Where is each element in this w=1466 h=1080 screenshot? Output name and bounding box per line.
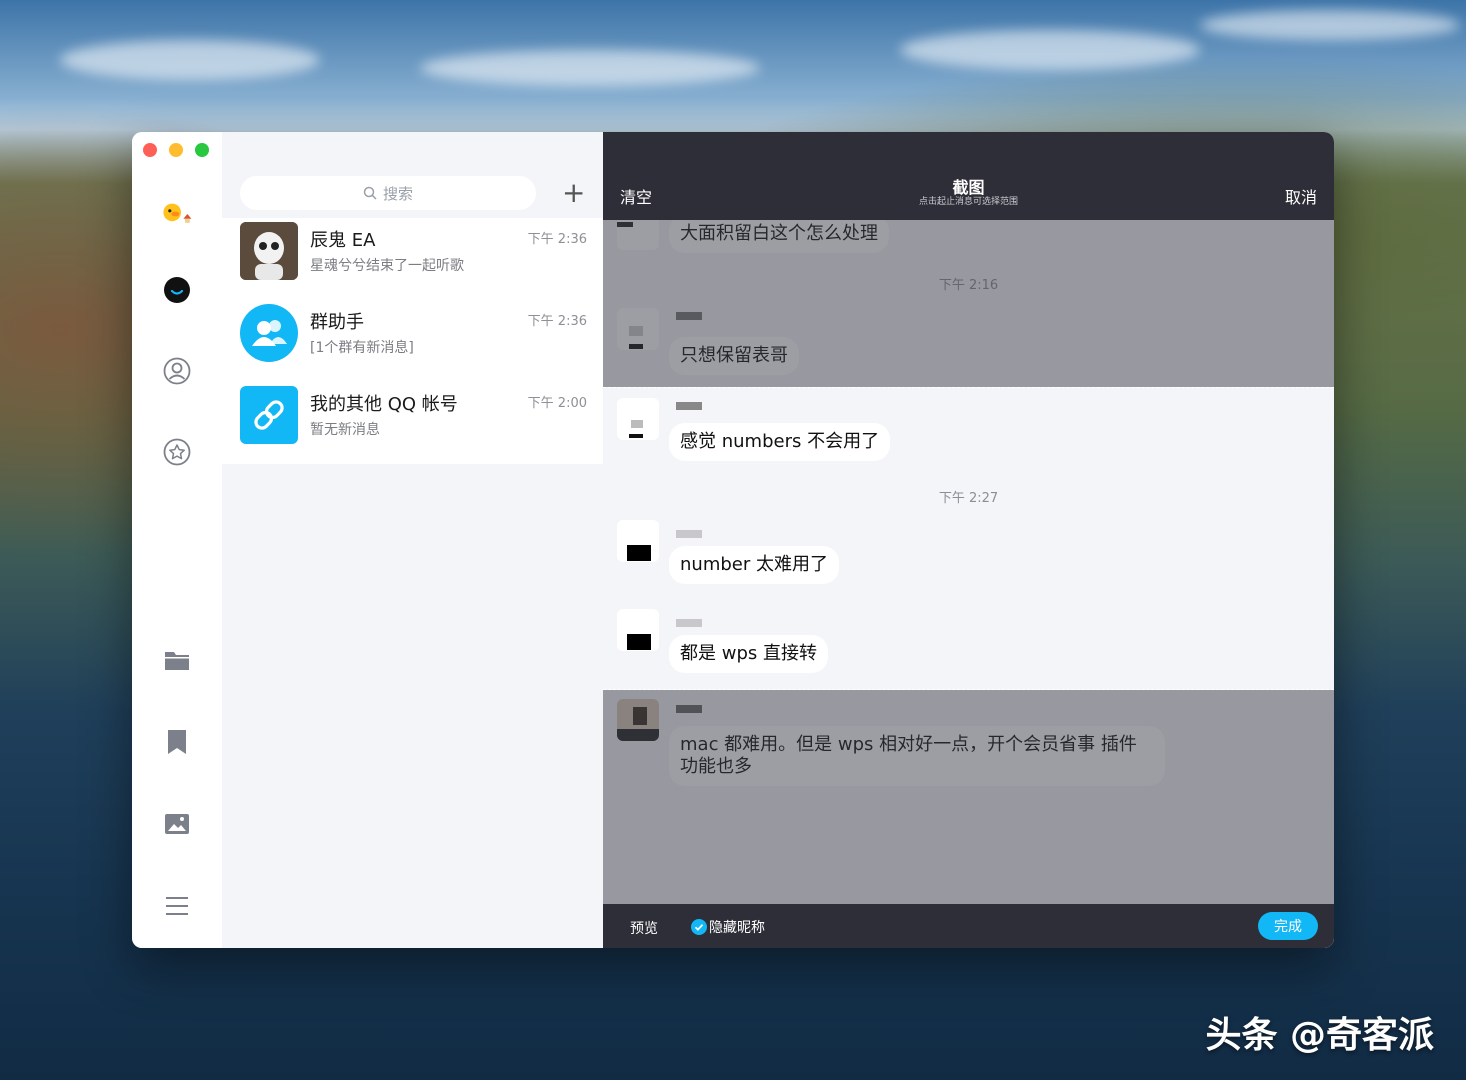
folder-icon[interactable] xyxy=(161,644,193,676)
conversation-name: 辰鬼 EA xyxy=(310,230,376,251)
unselected-overlay xyxy=(603,690,1334,904)
star-icon[interactable] xyxy=(161,436,193,468)
close-window-button[interactable] xyxy=(143,143,157,157)
search-icon xyxy=(363,186,377,200)
minimize-window-button[interactable] xyxy=(169,143,183,157)
checkbox-checked-icon xyxy=(691,919,707,935)
conversation-name: 群助手 xyxy=(310,312,364,333)
chat-list: 搜索 + 辰鬼 EA 星魂兮兮结束了一起听歌 下午 2:36 群助手 [1个群有… xyxy=(222,132,603,948)
pet-avatar-icon[interactable] xyxy=(161,198,193,230)
conversation-name: 我的其他 QQ 帐号 xyxy=(310,394,458,415)
conversation-time: 下午 2:36 xyxy=(527,314,587,329)
screenshot-panel: 大面积留白这个怎么处理 下午 2:16 只想保留表哥 感觉 numbers 不会… xyxy=(603,132,1334,948)
add-button[interactable]: + xyxy=(562,179,585,207)
conversation-preview: 暂无新消息 xyxy=(310,422,380,438)
group-helper-avatar xyxy=(240,304,298,362)
chat-icon[interactable] xyxy=(161,274,193,306)
sidebar xyxy=(132,132,222,948)
sky-cloud xyxy=(1200,10,1460,40)
menu-icon[interactable] xyxy=(161,890,193,922)
message-bubble[interactable]: 都是 wps 直接转 xyxy=(669,635,828,673)
preview-button[interactable]: 预览 xyxy=(630,918,658,938)
sender-nickname xyxy=(676,619,702,627)
conversation-item[interactable]: 我的其他 QQ 帐号 暂无新消息 下午 2:00 xyxy=(222,382,603,464)
sky-cloud xyxy=(60,40,320,80)
message-timestamp: 下午 2:27 xyxy=(938,491,999,506)
cancel-button[interactable]: 取消 xyxy=(1285,184,1317,208)
link-icon xyxy=(240,386,298,444)
conversation-time: 下午 2:00 xyxy=(527,396,587,411)
message-bubble[interactable]: 感觉 numbers 不会用了 xyxy=(669,423,891,461)
sender-nickname xyxy=(676,530,702,538)
sky-cloud xyxy=(420,50,760,86)
conversation-item[interactable]: 辰鬼 EA 星魂兮兮结束了一起听歌 下午 2:36 xyxy=(222,218,603,300)
hide-nickname-label: 隐藏昵称 xyxy=(709,920,765,936)
watermark: 头条 @奇客派 xyxy=(1205,1015,1434,1056)
conversation-time: 下午 2:36 xyxy=(527,232,587,247)
screenshot-footer: 预览 隐藏昵称 完成 xyxy=(603,904,1334,948)
message-avatar xyxy=(617,609,659,651)
search-placeholder: 搜索 xyxy=(382,184,413,203)
sender-nickname xyxy=(676,402,702,410)
conversation-preview: [1个群有新消息] xyxy=(310,340,414,356)
sky-cloud xyxy=(900,30,1200,70)
zoom-window-button[interactable] xyxy=(195,143,209,157)
search-input[interactable]: 搜索 xyxy=(240,176,536,210)
screenshot-header: 清空 截图 点击起止消息可选择范围 取消 xyxy=(603,132,1334,220)
bookmark-icon[interactable] xyxy=(161,726,193,758)
screenshot-hint: 点击起止消息可选择范围 xyxy=(918,197,1018,207)
qq-window: 搜索 + 辰鬼 EA 星魂兮兮结束了一起听歌 下午 2:36 群助手 [1个群有… xyxy=(132,132,1334,948)
done-button[interactable]: 完成 xyxy=(1258,912,1318,940)
conversation-preview: 星魂兮兮结束了一起听歌 xyxy=(310,258,464,274)
contacts-icon[interactable] xyxy=(161,355,193,387)
message-bubble[interactable]: number 太难用了 xyxy=(669,546,839,584)
message-avatar xyxy=(617,520,659,562)
unselected-overlay xyxy=(603,220,1334,387)
image-icon[interactable] xyxy=(161,808,193,840)
message-avatar xyxy=(617,398,659,440)
contact-avatar xyxy=(240,222,298,280)
conversation-item[interactable]: 群助手 [1个群有新消息] 下午 2:36 xyxy=(222,300,603,382)
hide-nickname-toggle[interactable]: 隐藏昵称 xyxy=(691,917,765,937)
selection-start-border xyxy=(603,387,1334,388)
